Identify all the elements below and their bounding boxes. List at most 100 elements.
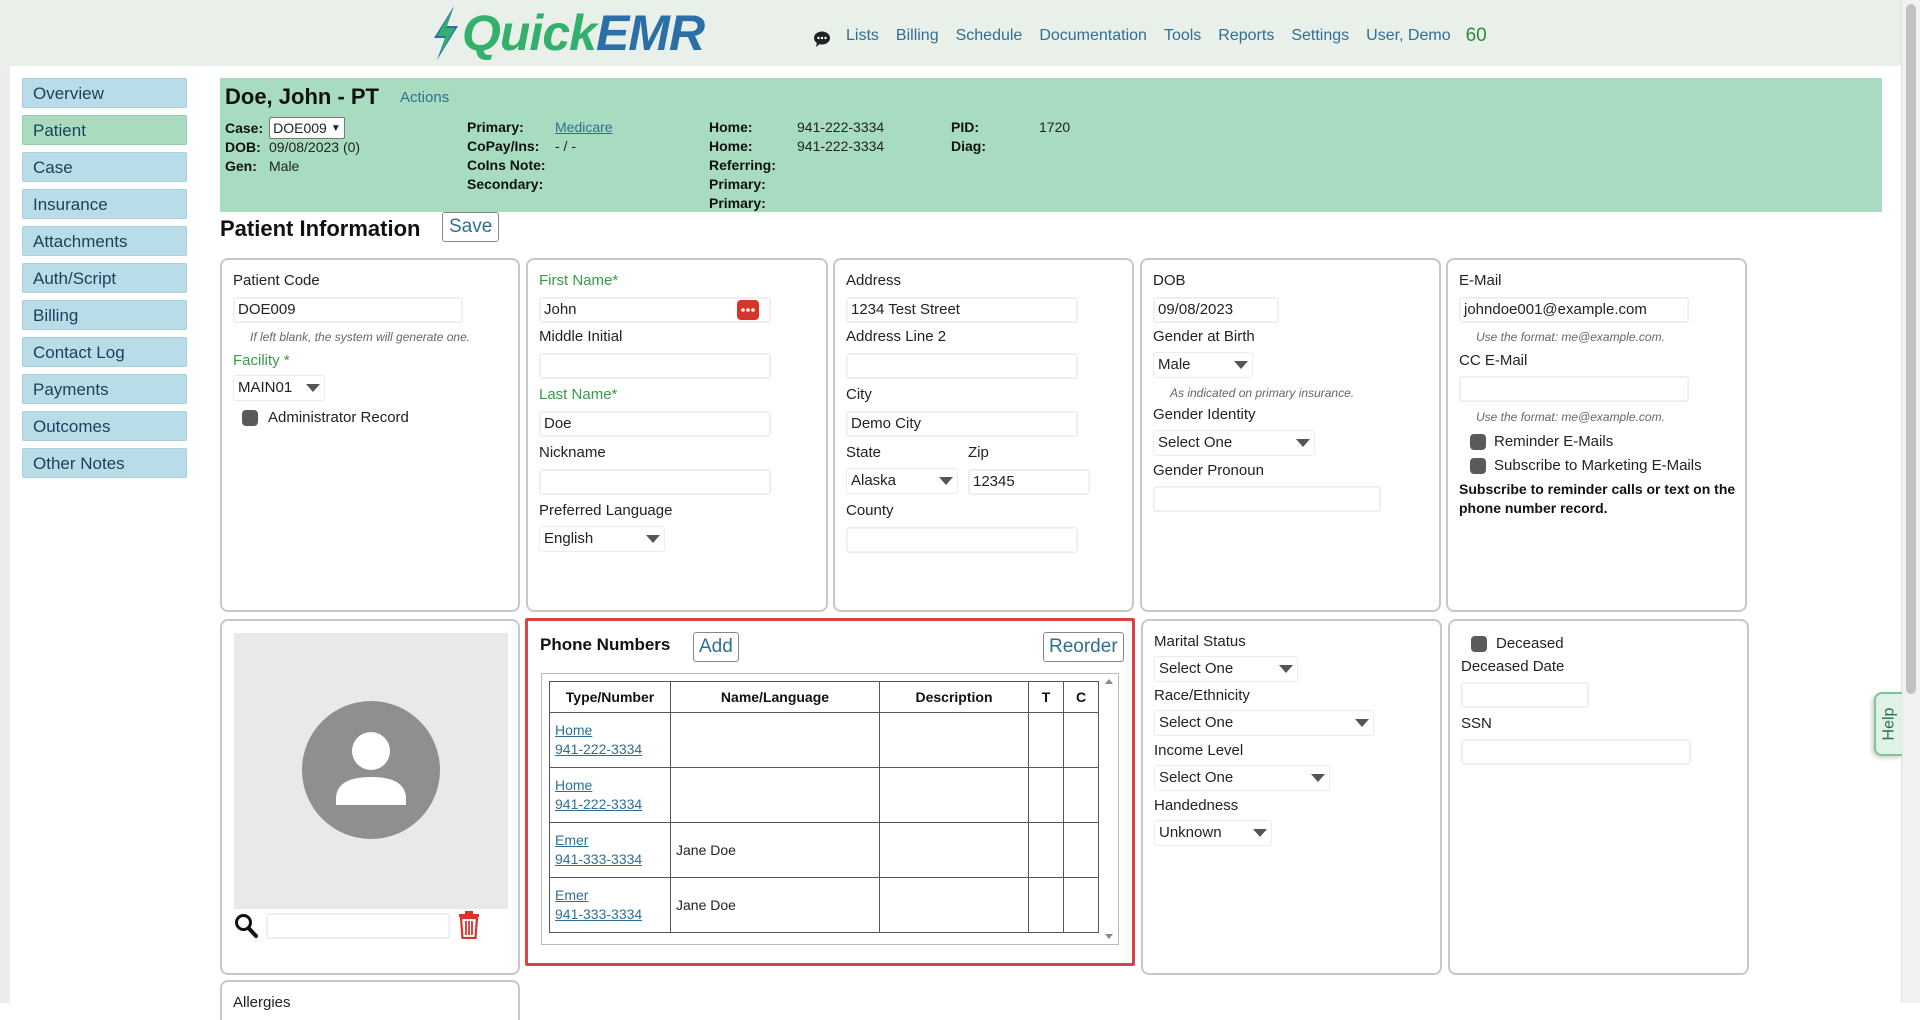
header-col-insurance: Primary: Medicare CoPay/Ins: - / - CoIns N… [467, 118, 613, 192]
zip-input[interactable]: 12345 [968, 469, 1090, 495]
sidebar-item-payments[interactable]: Payments [22, 374, 187, 404]
scrollbar-thumb[interactable] [1906, 4, 1916, 694]
county-input[interactable] [846, 527, 1078, 553]
ssn-input[interactable] [1461, 739, 1691, 765]
help-tab[interactable]: Help [1874, 692, 1902, 756]
sidebar-item-overview[interactable]: Overview [22, 78, 187, 108]
deceased-checkbox[interactable] [1471, 636, 1487, 652]
chevron-down-icon: ▼ [330, 122, 341, 134]
photo-area[interactable] [234, 633, 508, 909]
notification-count[interactable]: 60 [1466, 25, 1487, 47]
race-ethnicity-select[interactable]: Select One [1154, 710, 1374, 736]
scroll-down-icon[interactable] [1105, 934, 1113, 939]
deceased-card: Deceased Deceased Date SSN [1448, 619, 1749, 975]
state-select[interactable]: Alaska [846, 468, 958, 494]
column-header[interactable]: Description [879, 681, 1029, 713]
dob-input[interactable]: 09/08/2023 [1153, 297, 1279, 323]
sidebar-item-attachments[interactable]: Attachments [22, 226, 187, 256]
phone-numbers-title: Phone Numbers [540, 635, 671, 654]
phone-type-link[interactable]: Emer [555, 886, 665, 905]
nickname-input[interactable] [539, 469, 771, 495]
marketing-emails-checkbox[interactable] [1470, 458, 1486, 474]
patient-header: Doe, John - PT Actions Case: DOE009 ▼ DOB… [220, 78, 1882, 212]
quickemr-logo[interactable]: QuickEMR [428, 4, 705, 62]
phone-type-link[interactable]: Emer [555, 831, 665, 850]
sidebar-item-billing[interactable]: Billing [22, 300, 187, 330]
nav-settings[interactable]: Settings [1291, 27, 1349, 45]
column-header[interactable]: T [1028, 681, 1064, 713]
deceased-date-input[interactable] [1461, 682, 1589, 708]
gender-at-birth-select[interactable]: Male [1153, 352, 1253, 378]
facility-select[interactable]: MAIN01 [233, 375, 325, 401]
patient-code-input[interactable]: DOE009 [233, 297, 463, 323]
phone-number-link[interactable]: 941-222-3334 [555, 740, 665, 759]
last-name-input[interactable]: Doe [539, 411, 771, 437]
nav-documentation[interactable]: Documentation [1039, 27, 1147, 45]
nav-schedule[interactable]: Schedule [956, 27, 1023, 45]
more-options-icon[interactable] [737, 300, 759, 320]
add-phone-button[interactable]: Add [693, 632, 739, 662]
top-nav: Lists Billing Schedule Documentation Too… [812, 24, 1487, 48]
cc-email-input[interactable] [1459, 376, 1689, 402]
name-card: First Name* John Middle Initial Last Nam… [526, 258, 828, 612]
scroll-up-icon[interactable] [1105, 679, 1113, 684]
chevron-down-icon [646, 535, 660, 543]
phone-type-link[interactable]: Home [555, 776, 665, 795]
table-scrollbar[interactable] [1103, 677, 1115, 941]
city-input[interactable]: Demo City [846, 411, 1078, 437]
chevron-down-icon [1311, 774, 1325, 782]
column-header[interactable]: C [1063, 681, 1099, 713]
nav-reports[interactable]: Reports [1218, 27, 1274, 45]
sidebar-item-other-notes[interactable]: Other Notes [22, 448, 187, 478]
case-select[interactable]: DOE009 ▼ [269, 117, 345, 139]
nav-user[interactable]: User, Demo [1366, 27, 1450, 45]
nav-billing[interactable]: Billing [896, 27, 939, 45]
reorder-button[interactable]: Reorder [1043, 632, 1124, 662]
sidebar-item-contact-log[interactable]: Contact Log [22, 337, 187, 367]
search-icon[interactable] [234, 913, 258, 939]
address-line2-input[interactable] [846, 353, 1078, 379]
handedness-select[interactable]: Unknown [1154, 820, 1272, 846]
logo-text: QuickEMR [462, 5, 705, 61]
chevron-down-icon [1279, 665, 1293, 673]
nav-tools[interactable]: Tools [1164, 27, 1201, 45]
patient-code-card: Patient Code DOE009 If left blank, the s… [220, 258, 520, 612]
page-scrollbar[interactable] [1901, 0, 1920, 1003]
table-row: Home 941-222-3334 [549, 767, 1099, 823]
primary-insurance-link[interactable]: Medicare [555, 118, 613, 137]
phone-number-link[interactable]: 941-333-3334 [555, 905, 665, 924]
column-header[interactable]: Type/Number [549, 681, 671, 713]
preferred-language-select[interactable]: English [539, 526, 665, 552]
allergies-card: Allergies [220, 980, 520, 1020]
trash-icon[interactable] [458, 911, 480, 939]
phone-number-link[interactable]: 941-222-3334 [555, 795, 665, 814]
sidebar-item-patient[interactable]: Patient [22, 115, 187, 145]
chevron-down-icon [1355, 719, 1369, 727]
gender-identity-select[interactable]: Select One [1153, 430, 1315, 456]
phone-type-link[interactable]: Home [555, 721, 665, 740]
actions-link[interactable]: Actions [400, 89, 449, 106]
sidebar-item-outcomes[interactable]: Outcomes [22, 411, 187, 441]
chat-bubble-icon[interactable] [812, 30, 832, 48]
address-input[interactable]: 1234 Test Street [846, 297, 1078, 323]
email-input[interactable]: johndoe001@example.com [1459, 297, 1689, 323]
chevron-down-icon [1234, 361, 1248, 369]
income-level-select[interactable]: Select One [1154, 765, 1330, 791]
gender-pronoun-input[interactable] [1153, 486, 1381, 512]
phone-table-container[interactable]: Type/Number Name/Language Description T … [541, 673, 1119, 945]
sidebar-item-case[interactable]: Case [22, 152, 187, 182]
sidebar-item-insurance[interactable]: Insurance [22, 189, 187, 219]
administrator-record-checkbox[interactable] [242, 410, 258, 426]
photo-search-input[interactable] [266, 913, 450, 939]
column-header[interactable]: Name/Language [670, 681, 880, 713]
middle-initial-input[interactable] [539, 353, 771, 379]
email-card: E-Mail johndoe001@example.com Use the fo… [1446, 258, 1747, 612]
marital-status-select[interactable]: Select One [1154, 656, 1298, 682]
sidebar-item-auth-script[interactable]: Auth/Script [22, 263, 187, 293]
nav-lists[interactable]: Lists [846, 27, 879, 45]
dob-gender-card: DOB 09/08/2023 Gender at Birth Male As i… [1140, 258, 1441, 612]
phone-table: Type/Number Name/Language Description T … [549, 681, 1099, 933]
reminder-emails-checkbox[interactable] [1470, 434, 1486, 450]
phone-number-link[interactable]: 941-333-3334 [555, 850, 665, 869]
save-button[interactable]: Save [442, 212, 500, 242]
